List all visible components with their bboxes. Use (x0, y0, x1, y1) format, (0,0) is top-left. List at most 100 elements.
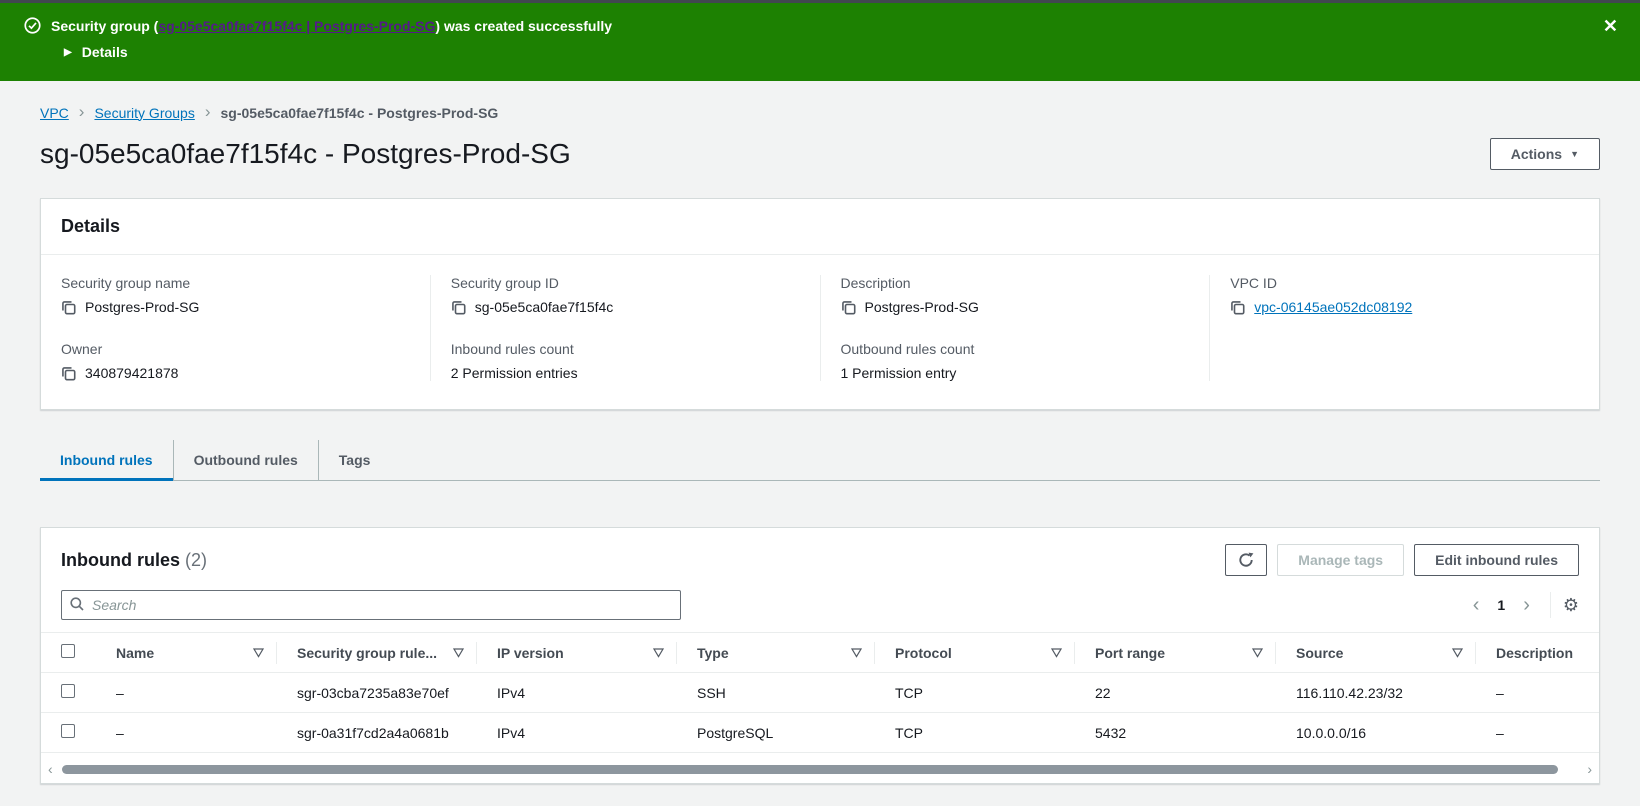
filter-icon[interactable] (851, 647, 862, 658)
scroll-left-icon[interactable]: ‹ (45, 762, 56, 776)
cell-source: 10.0.0.0/16 (1276, 712, 1476, 753)
filter-icon[interactable] (1252, 647, 1263, 658)
field-value: 1 Permission entry (840, 365, 957, 381)
cell-name: – (96, 672, 277, 713)
column-header-port-range: Port range (1095, 644, 1166, 661)
copy-icon[interactable] (61, 366, 76, 381)
cell-port-range: 22 (1075, 672, 1276, 713)
rules-count-badge: (2) (185, 549, 208, 570)
filter-icon[interactable] (653, 647, 664, 658)
details-card-title: Details (61, 216, 121, 236)
flashbar-message: Security group (sg-05e5ca0fae7f15f4c | P… (51, 17, 613, 34)
field-description: Description Postgres-Prod-SG (841, 275, 1190, 315)
field-inbound-rules-count: Inbound rules count 2 Permission entries (451, 341, 800, 381)
field-value: Postgres-Prod-SG (85, 299, 200, 315)
field-outbound-rules-count: Outbound rules count 1 Permission entry (841, 341, 1190, 381)
divider (1549, 592, 1551, 618)
detail-tabs: Inbound rules Outbound rules Tags (40, 440, 1600, 481)
chevron-down-icon: ▼ (1570, 149, 1579, 159)
edit-inbound-rules-button[interactable]: Edit inbound rules (1414, 544, 1579, 576)
breadcrumb: VPC › Security Groups › sg-05e5ca0fae7f1… (40, 103, 1600, 122)
scroll-right-icon[interactable]: › (1584, 762, 1595, 776)
filter-icon[interactable] (1051, 647, 1062, 658)
previous-page-icon[interactable]: ‹ (1465, 595, 1488, 615)
cell-type: PostgreSQL (677, 712, 875, 753)
table-header-row: Name Security group rule... IP version T… (41, 632, 1599, 673)
field-label: Security group name (61, 275, 191, 291)
cell-sg-rule-id: sgr-0a31f7cd2a4a0681b (277, 712, 477, 753)
refresh-button[interactable] (1225, 544, 1268, 576)
scrollbar-track[interactable] (58, 764, 1583, 774)
success-flashbar: Security group (sg-05e5ca0fae7f15f4c | P… (0, 3, 1640, 81)
search-input[interactable] (92, 597, 672, 613)
manage-tags-button[interactable]: Manage tags (1277, 544, 1405, 576)
breadcrumb-security-groups-link[interactable]: Security Groups (94, 105, 194, 121)
row-checkbox[interactable] (61, 684, 75, 698)
cell-name: – (96, 712, 277, 753)
copy-icon[interactable] (61, 300, 76, 315)
field-value: 340879421878 (85, 365, 179, 381)
breadcrumb-separator-icon: › (78, 102, 85, 121)
cell-description: – (1476, 672, 1599, 713)
row-checkbox[interactable] (61, 724, 75, 738)
next-page-icon[interactable]: › (1515, 595, 1538, 615)
inbound-rules-panel: Inbound rules (2) Manage tags Edit inbou… (40, 527, 1600, 784)
select-all-checkbox[interactable] (61, 644, 75, 658)
flashbar-sg-link[interactable]: sg-05e5ca0fae7f15f4c | Postgres-Prod-SG (158, 18, 435, 34)
cell-sg-rule-id: sgr-03cba7235a83e70ef (277, 672, 477, 713)
refresh-icon (1239, 552, 1254, 567)
cell-ip-version: IPv4 (477, 672, 677, 713)
field-security-group-id: Security group ID sg-05e5ca0fae7f15f4c (451, 275, 800, 315)
scrollbar-thumb[interactable] (61, 764, 1559, 774)
tab-tags[interactable]: Tags (317, 440, 391, 480)
tab-inbound-rules[interactable]: Inbound rules (40, 440, 173, 481)
field-label: Outbound rules count (840, 341, 975, 357)
copy-icon[interactable] (451, 300, 466, 315)
filter-icon[interactable] (253, 647, 264, 658)
actions-button[interactable]: Actions ▼ (1489, 138, 1600, 170)
column-header-ip-version: IP version (497, 644, 564, 661)
vpc-id-link[interactable]: vpc-06145ae052dc08192 (1254, 299, 1412, 315)
page-title: sg-05e5ca0fae7f15f4c - Postgres-Prod-SG (40, 138, 571, 169)
inbound-rules-table: Name Security group rule... IP version T… (41, 632, 1599, 753)
column-header-description: Description (1496, 644, 1574, 661)
horizontal-scrollbar: ‹ › (45, 761, 1595, 777)
cell-ip-version: IPv4 (477, 712, 677, 753)
pagination: ‹ 1 › ⚙ (1465, 592, 1579, 618)
panel-title: Inbound rules (2) (61, 549, 208, 570)
breadcrumb-separator-icon: › (204, 102, 211, 121)
cell-protocol: TCP (875, 712, 1075, 753)
flashbar-details-expander[interactable]: ▶ Details (64, 44, 1604, 60)
expander-caret-icon: ▶ (64, 46, 72, 58)
flashbar-close-icon[interactable]: ✕ (1603, 17, 1618, 35)
filter-icon[interactable] (453, 647, 464, 658)
field-vpc-id: VPC ID vpc-06145ae052dc08192 (1230, 275, 1579, 315)
column-header-name: Name (116, 644, 155, 661)
field-value: 2 Permission entries (450, 365, 578, 381)
field-security-group-name: Security group name Postgres-Prod-SG (61, 275, 410, 315)
filter-icon[interactable] (1452, 647, 1463, 658)
current-page-number[interactable]: 1 (1491, 597, 1511, 613)
search-icon (70, 596, 84, 614)
column-header-sg-rule-id: Security group rule... (297, 644, 438, 661)
tab-outbound-rules[interactable]: Outbound rules (172, 440, 318, 480)
cell-port-range: 5432 (1075, 712, 1276, 753)
field-value: sg-05e5ca0fae7f15f4c (474, 299, 614, 315)
field-label: VPC ID (1230, 275, 1277, 291)
search-box (61, 590, 681, 620)
field-value: Postgres-Prod-SG (864, 299, 979, 315)
flashbar-details-label: Details (81, 44, 128, 60)
gear-icon[interactable]: ⚙ (1563, 595, 1579, 616)
column-header-source: Source (1296, 644, 1344, 661)
copy-icon[interactable] (841, 300, 856, 315)
column-header-protocol: Protocol (895, 644, 952, 661)
table-row: – sgr-0a31f7cd2a4a0681b IPv4 PostgreSQL … (41, 712, 1599, 753)
details-card: Details Security group name Postgres-Pro… (40, 198, 1600, 410)
breadcrumb-vpc-link[interactable]: VPC (40, 105, 69, 121)
field-label: Owner (61, 341, 103, 357)
cell-description: – (1476, 712, 1599, 753)
copy-icon[interactable] (1230, 300, 1245, 315)
field-label: Inbound rules count (450, 341, 574, 357)
cell-type: SSH (677, 672, 875, 713)
field-label: Description (840, 275, 911, 291)
